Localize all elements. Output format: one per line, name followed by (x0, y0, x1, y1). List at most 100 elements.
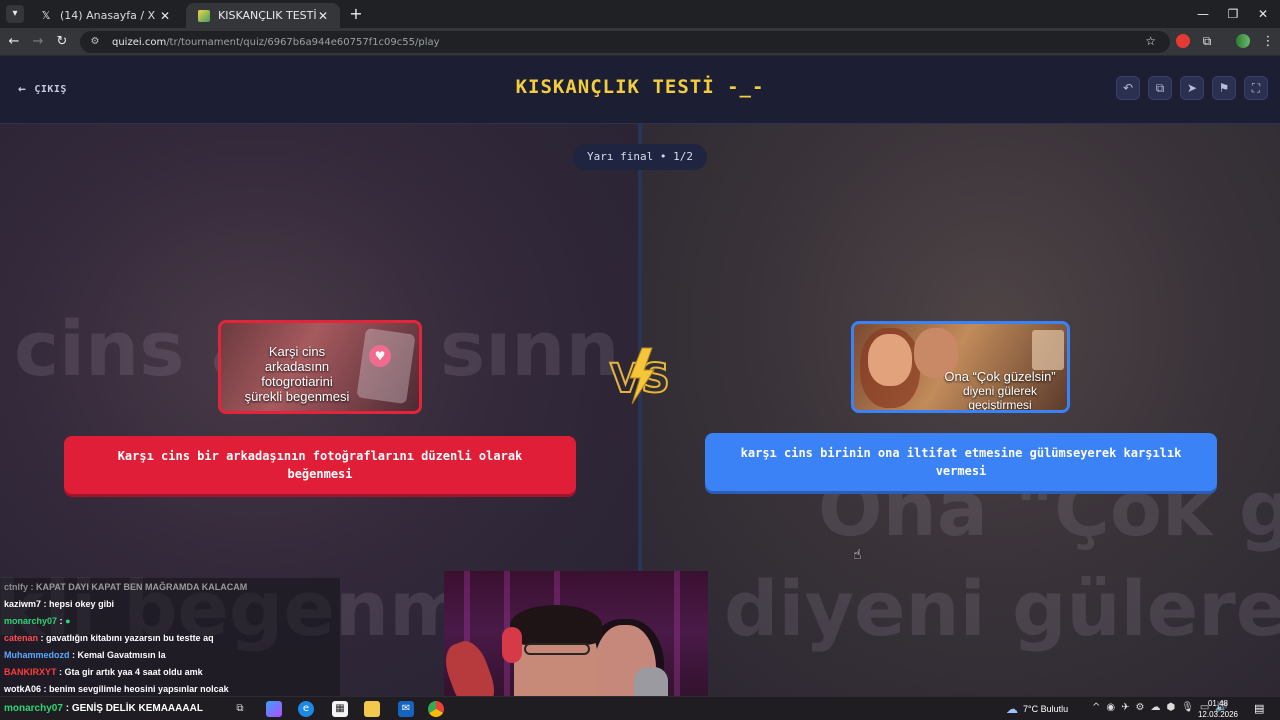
fullscreen-icon[interactable]: ⛶ (1244, 76, 1268, 100)
clock[interactable]: 01:48 12.03.2026 (1196, 698, 1240, 720)
chat-message: kaziwm7 : hepsi okey gibi (4, 599, 114, 609)
screen: ▾ 𝕏 (14) Anasayfa / X ✕ KISKANÇLIK TESTİ… (0, 0, 1280, 720)
x-logo-icon: 𝕏 (41, 8, 51, 22)
new-tab-button[interactable]: + (346, 4, 366, 24)
undo-icon[interactable]: ↶ (1116, 76, 1140, 100)
extensions-puzzle-icon[interactable]: ⧉ (1200, 34, 1214, 48)
glasses (524, 643, 590, 655)
person-hair (510, 605, 602, 645)
chat-text: : (59, 616, 63, 626)
chat-message: catenan : gavatlığın kitabını yazarsın b… (4, 633, 214, 643)
close-tab-icon[interactable]: ✕ (316, 9, 330, 23)
steam-icon[interactable]: ◉ (1106, 702, 1115, 713)
ticker-user: monarchy07 (4, 703, 63, 714)
chat-text: : Gta gir artık yaa 4 saat oldu amk (59, 667, 203, 677)
backdrop-text: sınn (440, 304, 620, 393)
url-path: /tr/tournament/quiz/6967b6a944e60757f1c0… (166, 36, 440, 48)
caption-line: şürekli begenmesi (244, 388, 350, 404)
left-choice-image[interactable]: ♥ Karşi cins arkadasınn fotogrotiarini ş… (218, 320, 422, 414)
tab-quizei[interactable]: KISKANÇLIK TESTİ -_- - Tier List ✕ (186, 3, 340, 28)
phone-illustration (356, 327, 416, 405)
file-explorer-icon[interactable] (364, 701, 380, 717)
caption-line: Ona “Çok güzelsin” (944, 369, 1056, 384)
tab-title: (14) Anasayfa / X (60, 9, 156, 22)
browser-toolbar: ← → ↻ ⚙ quizei.com/tr/tournament/quiz/69… (0, 28, 1280, 56)
close-tab-icon[interactable]: ✕ (158, 9, 172, 23)
caption-line: Karşi cins arkadasınn (264, 344, 330, 374)
left-choice-button[interactable]: Karşı cins bir arkadaşının fotoğrafların… (64, 436, 576, 494)
weather-widget[interactable]: ☁ 7°C Bulutlu (1006, 702, 1068, 716)
headset (502, 627, 522, 663)
clock-time: 01:48 (1207, 699, 1229, 708)
right-choice-image[interactable]: Ona “Çok güzelsin” diyeni gülerek geçişt… (851, 321, 1070, 413)
backdrop-text: diyeni gülerek g (724, 564, 1280, 653)
browser-menu-icon[interactable]: ⋮ (1258, 32, 1278, 52)
task-view-icon[interactable]: ⧉ (232, 701, 248, 717)
edge-icon[interactable]: e (298, 701, 314, 717)
restore-icon[interactable]: ❐ (1216, 0, 1250, 28)
quiz-title: KISKANÇLIK TESTİ -_- (515, 76, 765, 98)
woman-face-illustration (868, 334, 912, 386)
chat-username: catenan (4, 633, 39, 643)
reload-icon[interactable]: ↻ (52, 32, 72, 52)
chat-text: : gavatlığın kitabını yazarsın bu testte… (40, 633, 214, 643)
chat-message: monarchy07 : ● (4, 616, 71, 626)
caption-line: fotogrotiarini (261, 373, 333, 389)
chat-username: wotkA06 (4, 684, 42, 694)
share-link-icon[interactable]: ⧉ (1148, 76, 1172, 100)
quiz-toolbar: ↶ ⧉ ➤ ⚑ ⛶ (1116, 76, 1268, 100)
chat-ticker: monarchy07 : GENİŞ DELİK KEMAAAAAL (4, 703, 203, 714)
forward-icon[interactable]: → (28, 32, 48, 52)
chat-message: Muhammedozd : Kemal Gavatmısın la (4, 650, 166, 660)
send-icon[interactable]: ➤ (1180, 76, 1204, 100)
chevron-up-icon[interactable]: ^ (1092, 702, 1100, 713)
round-badge: Yarı final • 1/2 (573, 144, 707, 170)
versus-lightning-icon: VS (609, 347, 671, 405)
chat-message: ctnlfy : KAPAT DAYI KAPAT BEN MAĞRAMDA K… (4, 582, 247, 592)
tab-x-home[interactable]: 𝕏 (14) Anasayfa / X ✕ (28, 3, 182, 28)
cloud-icon: ☁ (1006, 702, 1018, 716)
report-flag-icon[interactable]: ⚑ (1212, 76, 1236, 100)
notification-icon[interactable]: ▤ (1254, 702, 1264, 715)
chat-text: : KAPAT DAYI KAPAT BEN MAĞRAMDA KALACAM (30, 582, 248, 592)
browser-tab-bar: ▾ 𝕏 (14) Anasayfa / X ✕ KISKANÇLIK TESTİ… (0, 0, 1280, 28)
profile-avatar-icon[interactable] (1236, 34, 1250, 48)
tray-app-icon[interactable]: ⚙ (1136, 702, 1145, 713)
chat-text: : hepsi okey gibi (43, 599, 115, 609)
right-image-caption: Ona “Çok güzelsin” diyeni gülerek geçişt… (930, 369, 1067, 412)
store-icon[interactable]: ▦ (332, 701, 348, 717)
tray-app-icon[interactable]: ⬢ (1166, 702, 1175, 713)
weather-text: 7°C Bulutlu (1023, 704, 1069, 714)
address-bar[interactable]: ⚙ quizei.com/tr/tournament/quiz/6967b6a9… (80, 31, 1170, 53)
chat-username: kaziwm7 (4, 599, 42, 609)
windows-taskbar: monarchy07 : GENİŞ DELİK KEMAAAAAL ⧉ e ▦… (0, 696, 1280, 720)
close-window-icon[interactable]: ✕ (1246, 0, 1280, 28)
copilot-icon[interactable] (266, 701, 282, 717)
caption-line: diyeni gülerek geçiştirmesi (962, 383, 1038, 412)
tab-search-menu-icon[interactable]: ▾ (6, 5, 24, 23)
picture-frame-illustration (1032, 330, 1064, 370)
microphone-icon[interactable]: 🎙 (1181, 702, 1194, 713)
emote-icon: ● (65, 616, 71, 626)
chat-text: : Kemal Gavatmısın la (72, 650, 166, 660)
stream-chat: ctnlfy : KAPAT DAYI KAPAT BEN MAĞRAMDA K… (0, 578, 340, 696)
chat-message: wotkA06 : benim sevgilimle heosini yapsı… (4, 684, 229, 694)
chat-username: ctnlfy (4, 582, 29, 592)
outlook-icon[interactable]: ✉ (398, 701, 414, 717)
site-info-icon[interactable]: ⚙ (88, 35, 102, 49)
chrome-icon[interactable] (428, 701, 444, 717)
tray-app-icon[interactable]: ✈ (1121, 702, 1129, 713)
tray-app-icon[interactable]: ☁ (1150, 702, 1160, 713)
minimize-icon[interactable]: — (1186, 0, 1220, 28)
chat-username: BANKIRXYT (4, 667, 57, 677)
bookmark-star-icon[interactable]: ☆ (1145, 34, 1156, 48)
chat-username: monarchy07 (4, 616, 58, 626)
right-choice-button[interactable]: karşı cins birinin ona iltifat etmesine … (705, 433, 1217, 491)
chat-text: : benim sevgilimle heosini yapsınlar nol… (43, 684, 229, 694)
extension-red-icon[interactable] (1176, 34, 1190, 48)
chat-username: Muhammedozd (4, 650, 70, 660)
hand-cursor-icon: ☝ (853, 547, 862, 563)
chat-message: BANKIRXYT : Gta gir artık yaa 4 saat old… (4, 667, 203, 677)
back-icon[interactable]: ← (4, 32, 24, 52)
ticker-text: GENİŞ DELİK KEMAAAAAL (71, 703, 203, 714)
